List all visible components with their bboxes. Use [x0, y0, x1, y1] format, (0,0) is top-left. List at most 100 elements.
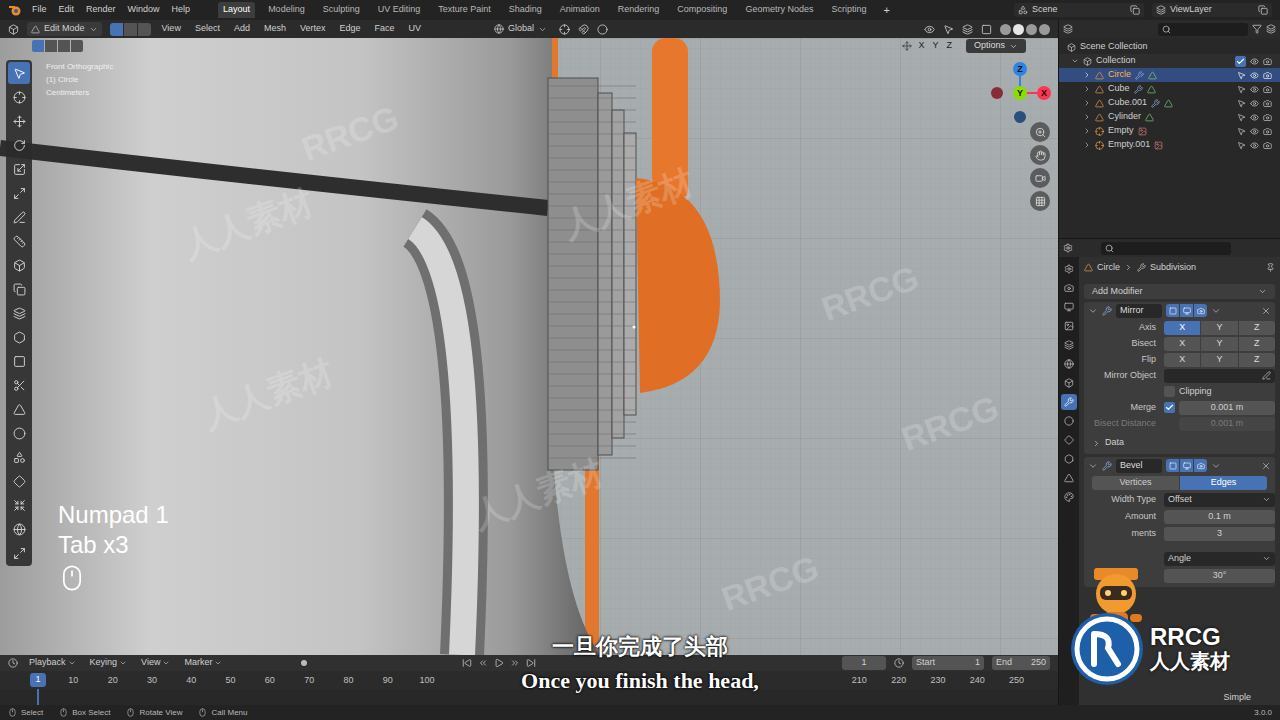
workspace-tab[interactable]: Texture Paint	[433, 2, 496, 18]
workspace-tab[interactable]: UV Editing	[373, 2, 426, 18]
tool-button[interactable]	[8, 422, 30, 444]
tool-button[interactable]	[8, 254, 30, 276]
axis-toggle[interactable]: Z	[944, 39, 954, 53]
toggle-button[interactable]: Z	[1239, 353, 1275, 367]
properties-tab[interactable]	[1061, 451, 1077, 467]
properties-tab[interactable]	[1061, 470, 1077, 486]
tool-button[interactable]	[8, 398, 30, 420]
viewport-menu[interactable]: Add	[231, 22, 253, 36]
nav-button[interactable]	[1030, 191, 1050, 211]
nav-button[interactable]	[1030, 145, 1050, 165]
tool-button[interactable]	[8, 302, 30, 324]
tool-button[interactable]	[8, 230, 30, 252]
outliner-item[interactable]: Cylinder	[1059, 110, 1280, 124]
properties-tab[interactable]	[1061, 337, 1077, 353]
workspace-tab[interactable]: Modeling	[263, 2, 310, 18]
outliner-search[interactable]	[1158, 23, 1248, 36]
tool-button[interactable]	[8, 470, 30, 492]
tool-button[interactable]	[8, 278, 30, 300]
outliner-root[interactable]: Scene Collection	[1059, 40, 1280, 54]
toggle-button[interactable]: X	[1164, 337, 1200, 351]
tool-button[interactable]	[8, 110, 30, 132]
axis-toggle[interactable]: X	[916, 39, 926, 53]
tool-button[interactable]	[8, 134, 30, 156]
add-modifier-button[interactable]: Add Modifier	[1084, 284, 1275, 299]
mode-selector[interactable]: Edit Mode	[27, 22, 102, 36]
view-layer-selector[interactable]: ViewLayer	[1152, 3, 1272, 17]
orientation-selector[interactable]: Global	[490, 22, 551, 36]
modifier-name[interactable]: Bevel	[1116, 459, 1162, 473]
checkbox[interactable]	[1164, 402, 1175, 413]
properties-search[interactable]	[1101, 242, 1231, 255]
properties-tab[interactable]	[1061, 261, 1077, 277]
workspace-tab[interactable]: Animation	[555, 2, 605, 18]
merge-field[interactable]: 0.001 m	[1179, 401, 1275, 415]
gizmo-axis[interactable]: Y	[1013, 86, 1027, 100]
viewport-menu[interactable]: View	[159, 22, 184, 36]
tool-button[interactable]	[8, 542, 30, 564]
viewport[interactable]: RRCG人人素材RRCG人人素材RRCG人人素材RRCG人人素材XYZOptio…	[0, 38, 1058, 655]
toggle-button[interactable]: X	[1164, 321, 1200, 335]
blender-logo-icon[interactable]	[8, 4, 22, 16]
workspace-tab[interactable]: Compositing	[672, 2, 732, 18]
mirror-object-field[interactable]	[1164, 369, 1275, 383]
outliner-item[interactable]: Empty.001	[1059, 138, 1280, 152]
number-field[interactable]: 0.1 m	[1164, 510, 1275, 524]
gizmo-axis[interactable]: X	[1037, 86, 1051, 100]
viewport-menu[interactable]: UV	[406, 22, 425, 36]
toggle-button[interactable]: Z	[1239, 321, 1275, 335]
viewport-menu[interactable]: Face	[371, 22, 397, 36]
vertex-mode-button[interactable]	[110, 23, 123, 36]
solid-shading-button[interactable]	[1013, 24, 1024, 35]
outliner-item[interactable]: Cube	[1059, 82, 1280, 96]
outliner-item[interactable]: Empty	[1059, 124, 1280, 138]
record-button[interactable]	[301, 660, 307, 666]
tool-button[interactable]	[8, 62, 30, 84]
number-field[interactable]: 30°	[1164, 569, 1275, 583]
edge-mode-button[interactable]	[124, 23, 137, 36]
dropdown-field[interactable]: Offset	[1164, 493, 1275, 507]
select-new-button[interactable]	[32, 40, 44, 52]
checkbox[interactable]	[1235, 56, 1246, 67]
menu-item[interactable]: Window	[126, 3, 162, 17]
tool-button[interactable]	[8, 350, 30, 372]
checkbox[interactable]	[1164, 386, 1175, 397]
bevel-tab[interactable]: Vertices	[1092, 476, 1179, 490]
properties-tab[interactable]	[1061, 318, 1077, 334]
menu-item[interactable]: Help	[170, 3, 193, 17]
scene-selector[interactable]: Scene	[1014, 3, 1144, 17]
face-mode-button[interactable]	[138, 23, 151, 36]
toggle-button[interactable]: Z	[1239, 337, 1275, 351]
tool-button[interactable]	[8, 374, 30, 396]
axis-toggle[interactable]: Y	[930, 39, 940, 53]
tool-button[interactable]	[8, 518, 30, 540]
workspace-tab[interactable]: Rendering	[613, 2, 665, 18]
viewport-menu[interactable]: Select	[192, 22, 223, 36]
gizmo-axis[interactable]: Z	[1013, 62, 1027, 76]
properties-tab[interactable]	[1061, 413, 1077, 429]
options-button[interactable]: Options	[966, 39, 1026, 53]
properties-tab[interactable]	[1061, 280, 1077, 296]
viewport-menu[interactable]: Edge	[336, 22, 363, 36]
modifier-name[interactable]: Mirror	[1116, 304, 1162, 318]
properties-tab[interactable]	[1061, 375, 1077, 391]
properties-tab[interactable]	[1061, 299, 1077, 315]
add-workspace-button[interactable]: +	[879, 2, 893, 19]
tool-button[interactable]	[8, 494, 30, 516]
end-frame-field[interactable]: End250	[992, 656, 1050, 670]
workspace-tab[interactable]: Scripting	[826, 2, 871, 18]
start-frame-field[interactable]: Start1	[912, 656, 984, 670]
modifier-header[interactable]: Mirror	[1084, 302, 1275, 319]
tool-button[interactable]	[8, 158, 30, 180]
timeline-menu[interactable]: Marker	[181, 656, 225, 670]
toggle-button[interactable]: X	[1164, 353, 1200, 367]
properties-tab[interactable]	[1061, 394, 1077, 410]
playhead[interactable]: 1	[30, 673, 46, 687]
tool-button[interactable]	[8, 446, 30, 468]
workspace-tab[interactable]: Shading	[504, 2, 547, 18]
wireframe-shading-button[interactable]	[1000, 24, 1011, 35]
nav-button[interactable]	[1030, 168, 1050, 188]
select-extend-button[interactable]	[45, 40, 57, 52]
modifier-header[interactable]: Bevel	[1084, 457, 1275, 474]
viewport-menu[interactable]: Mesh	[261, 22, 289, 36]
